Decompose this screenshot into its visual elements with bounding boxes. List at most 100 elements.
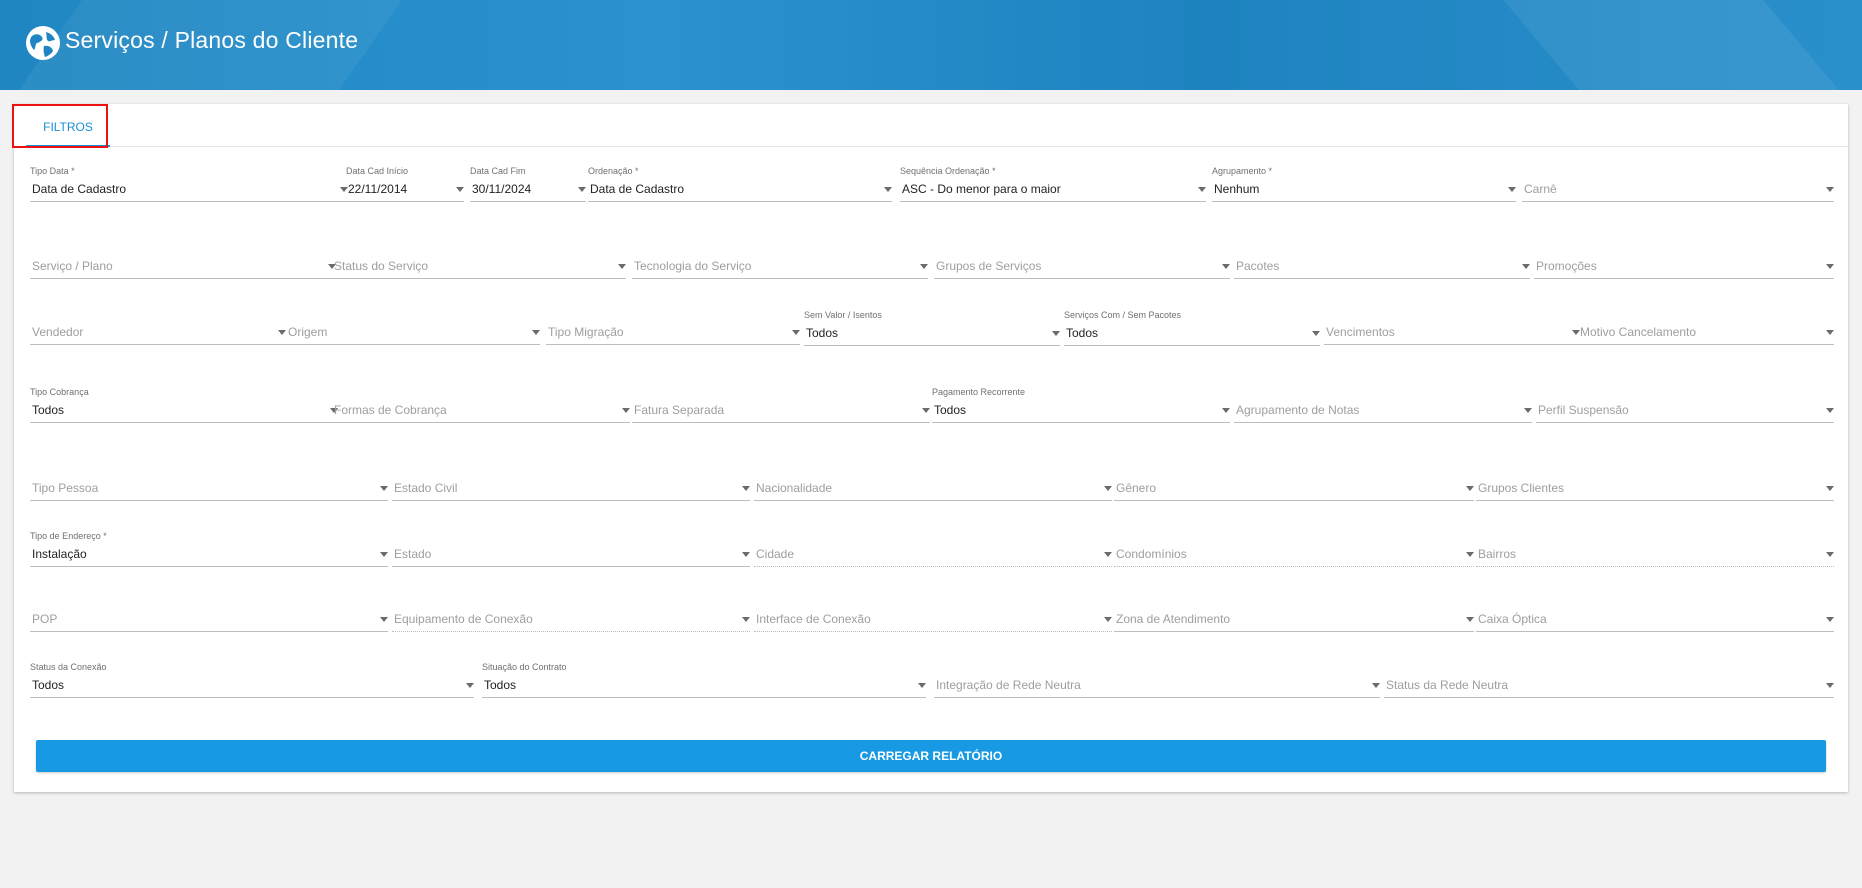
integracao-rede-neutra-select[interactable]: Integração de Rede Neutra: [934, 662, 1380, 698]
chevron-down-icon: [742, 552, 750, 557]
field-value: Data de Cadastro: [32, 182, 127, 196]
field-placeholder: Carnê: [1524, 182, 1557, 196]
chevron-down-icon: [1826, 683, 1834, 688]
vencimentos-select[interactable]: Vencimentos: [1324, 309, 1580, 345]
field-value: Todos: [32, 403, 65, 417]
formas-cobranca-select[interactable]: Formas de Cobrança: [332, 387, 630, 423]
tipo-migracao-select[interactable]: Tipo Migração: [546, 309, 800, 345]
field-value: Data de Cadastro: [590, 182, 685, 196]
motivo-cancelamento-select[interactable]: Motivo Cancelamento: [1578, 309, 1834, 345]
pacotes-select[interactable]: Pacotes: [1234, 243, 1530, 279]
data-cad-fim-select[interactable]: Data Cad Fim 30/11/2024: [470, 166, 586, 202]
fatura-separada-select[interactable]: Fatura Separada: [632, 387, 930, 423]
field-placeholder: Estado: [394, 547, 432, 561]
chevron-down-icon: [1466, 486, 1474, 491]
chevron-down-icon: [380, 552, 388, 557]
field-label: Sem Valor / Isentos: [804, 310, 882, 320]
field-label: Tipo de Endereço *: [30, 531, 107, 541]
grupos-servicos-select[interactable]: Grupos de Serviços: [934, 243, 1230, 279]
bairros-select[interactable]: Bairros: [1476, 531, 1834, 567]
chevron-down-icon: [1826, 617, 1834, 622]
sequencia-ordenacao-select[interactable]: Sequência Ordenação * ASC - Do menor par…: [900, 166, 1206, 202]
tecnologia-servico-select[interactable]: Tecnologia do Serviço: [632, 243, 928, 279]
load-report-button[interactable]: CARREGAR RELATÓRIO: [36, 740, 1826, 772]
chevron-down-icon: [1826, 408, 1834, 413]
data-cad-inicio-select[interactable]: Data Cad Início 22/11/2014: [346, 166, 464, 202]
field-value: 22/11/2014: [348, 182, 408, 196]
cidade-select[interactable]: Cidade: [754, 531, 1112, 567]
field-placeholder: Gênero: [1116, 481, 1157, 495]
tipo-data-select[interactable]: Tipo Data * Data de Cadastro: [30, 166, 348, 202]
sem-valor-select[interactable]: Sem Valor / Isentos Todos: [804, 310, 1060, 346]
field-label: Data Cad Início: [346, 166, 409, 176]
pop-select[interactable]: POP: [30, 596, 388, 632]
zona-atendimento-select[interactable]: Zona de Atendimento: [1114, 596, 1474, 632]
field-value: Todos: [934, 403, 967, 417]
servicos-pacotes-select[interactable]: Serviços Com / Sem Pacotes Todos: [1064, 310, 1320, 346]
origem-select[interactable]: Origem: [286, 309, 540, 345]
field-placeholder: Equipamento de Conexão: [394, 612, 533, 626]
situacao-contrato-select[interactable]: Situação do Contrato Todos: [482, 662, 926, 698]
tipo-cobranca-select[interactable]: Tipo Cobrança Todos: [30, 387, 338, 423]
estado-select[interactable]: Estado: [392, 531, 750, 567]
equipamento-conexao-select[interactable]: Equipamento de Conexão: [392, 596, 750, 632]
nacionalidade-select[interactable]: Nacionalidade: [754, 465, 1112, 501]
field-value: 30/11/2024: [472, 182, 532, 196]
field-placeholder: Tipo Pessoa: [32, 481, 99, 495]
page-header: Serviços / Planos do Cliente: [0, 0, 1862, 90]
ordenacao-select[interactable]: Ordenação * Data de Cadastro: [588, 166, 892, 202]
globe-icon: [26, 26, 60, 60]
chevron-down-icon: [922, 408, 930, 413]
genero-select[interactable]: Gênero: [1114, 465, 1474, 501]
field-label: Ordenação *: [588, 166, 639, 176]
caixa-optica-select[interactable]: Caixa Óptica: [1476, 596, 1834, 632]
field-placeholder: Estado Civil: [394, 481, 458, 495]
chevron-down-icon: [532, 330, 540, 335]
chevron-down-icon: [742, 617, 750, 622]
agrupamento-notas-select[interactable]: Agrupamento de Notas: [1234, 387, 1532, 423]
vendedor-select[interactable]: Vendedor: [30, 309, 286, 345]
field-value: Nenhum: [1214, 182, 1260, 196]
estado-civil-select[interactable]: Estado Civil: [392, 465, 750, 501]
field-value: ASC - Do menor para o maior: [902, 182, 1061, 196]
field-placeholder: Pacotes: [1236, 259, 1280, 273]
grupos-clientes-select[interactable]: Grupos Clientes: [1476, 465, 1834, 501]
field-placeholder: Perfil Suspensão: [1538, 403, 1629, 417]
tipo-endereco-select[interactable]: Tipo de Endereço * Instalação: [30, 531, 388, 567]
pagamento-recorrente-select[interactable]: Pagamento Recorrente Todos: [932, 387, 1230, 423]
field-placeholder: Cidade: [756, 547, 795, 561]
servico-plano-select[interactable]: Serviço / Plano: [30, 243, 336, 279]
chevron-down-icon: [466, 683, 474, 688]
tab-label: FILTROS: [43, 120, 93, 134]
field-value: Todos: [32, 678, 65, 692]
promocoes-select[interactable]: Promoções: [1534, 243, 1834, 279]
condominios-select[interactable]: Condomínios: [1114, 531, 1474, 567]
interface-conexao-select[interactable]: Interface de Conexão: [754, 596, 1112, 632]
field-placeholder: Zona de Atendimento: [1116, 612, 1231, 626]
field-placeholder: Integração de Rede Neutra: [936, 678, 1081, 692]
agrupamento-select[interactable]: Agrupamento * Nenhum: [1212, 166, 1516, 202]
tab-bar: FILTROS: [12, 104, 1848, 148]
tab-filtros[interactable]: FILTROS: [26, 108, 110, 147]
chevron-down-icon: [1104, 552, 1112, 557]
field-placeholder: Nacionalidade: [756, 481, 833, 495]
perfil-suspensao-select[interactable]: Perfil Suspensão: [1536, 387, 1834, 423]
field-placeholder: Grupos de Serviços: [936, 259, 1042, 273]
field-value: Todos: [484, 678, 517, 692]
field-placeholder: Tecnologia do Serviço: [634, 259, 752, 273]
field-placeholder: Status da Rede Neutra: [1386, 678, 1509, 692]
field-label: Tipo Cobrança: [30, 387, 89, 397]
field-placeholder: Agrupamento de Notas: [1236, 403, 1360, 417]
status-conexao-select[interactable]: Status da Conexão Todos: [30, 662, 474, 698]
chevron-down-icon: [1372, 683, 1380, 688]
tipo-pessoa-select[interactable]: Tipo Pessoa: [30, 465, 388, 501]
carne-select[interactable]: Carnê: [1522, 166, 1834, 202]
chevron-down-icon: [1104, 486, 1112, 491]
field-placeholder: POP: [32, 612, 58, 626]
field-placeholder: Caixa Óptica: [1478, 612, 1547, 626]
field-label: Pagamento Recorrente: [932, 387, 1026, 397]
status-rede-neutra-select[interactable]: Status da Rede Neutra: [1384, 662, 1834, 698]
field-label: Sequência Ordenação *: [900, 166, 996, 176]
chevron-down-icon: [618, 264, 626, 269]
status-servico-select[interactable]: Status do Serviço: [332, 243, 626, 279]
